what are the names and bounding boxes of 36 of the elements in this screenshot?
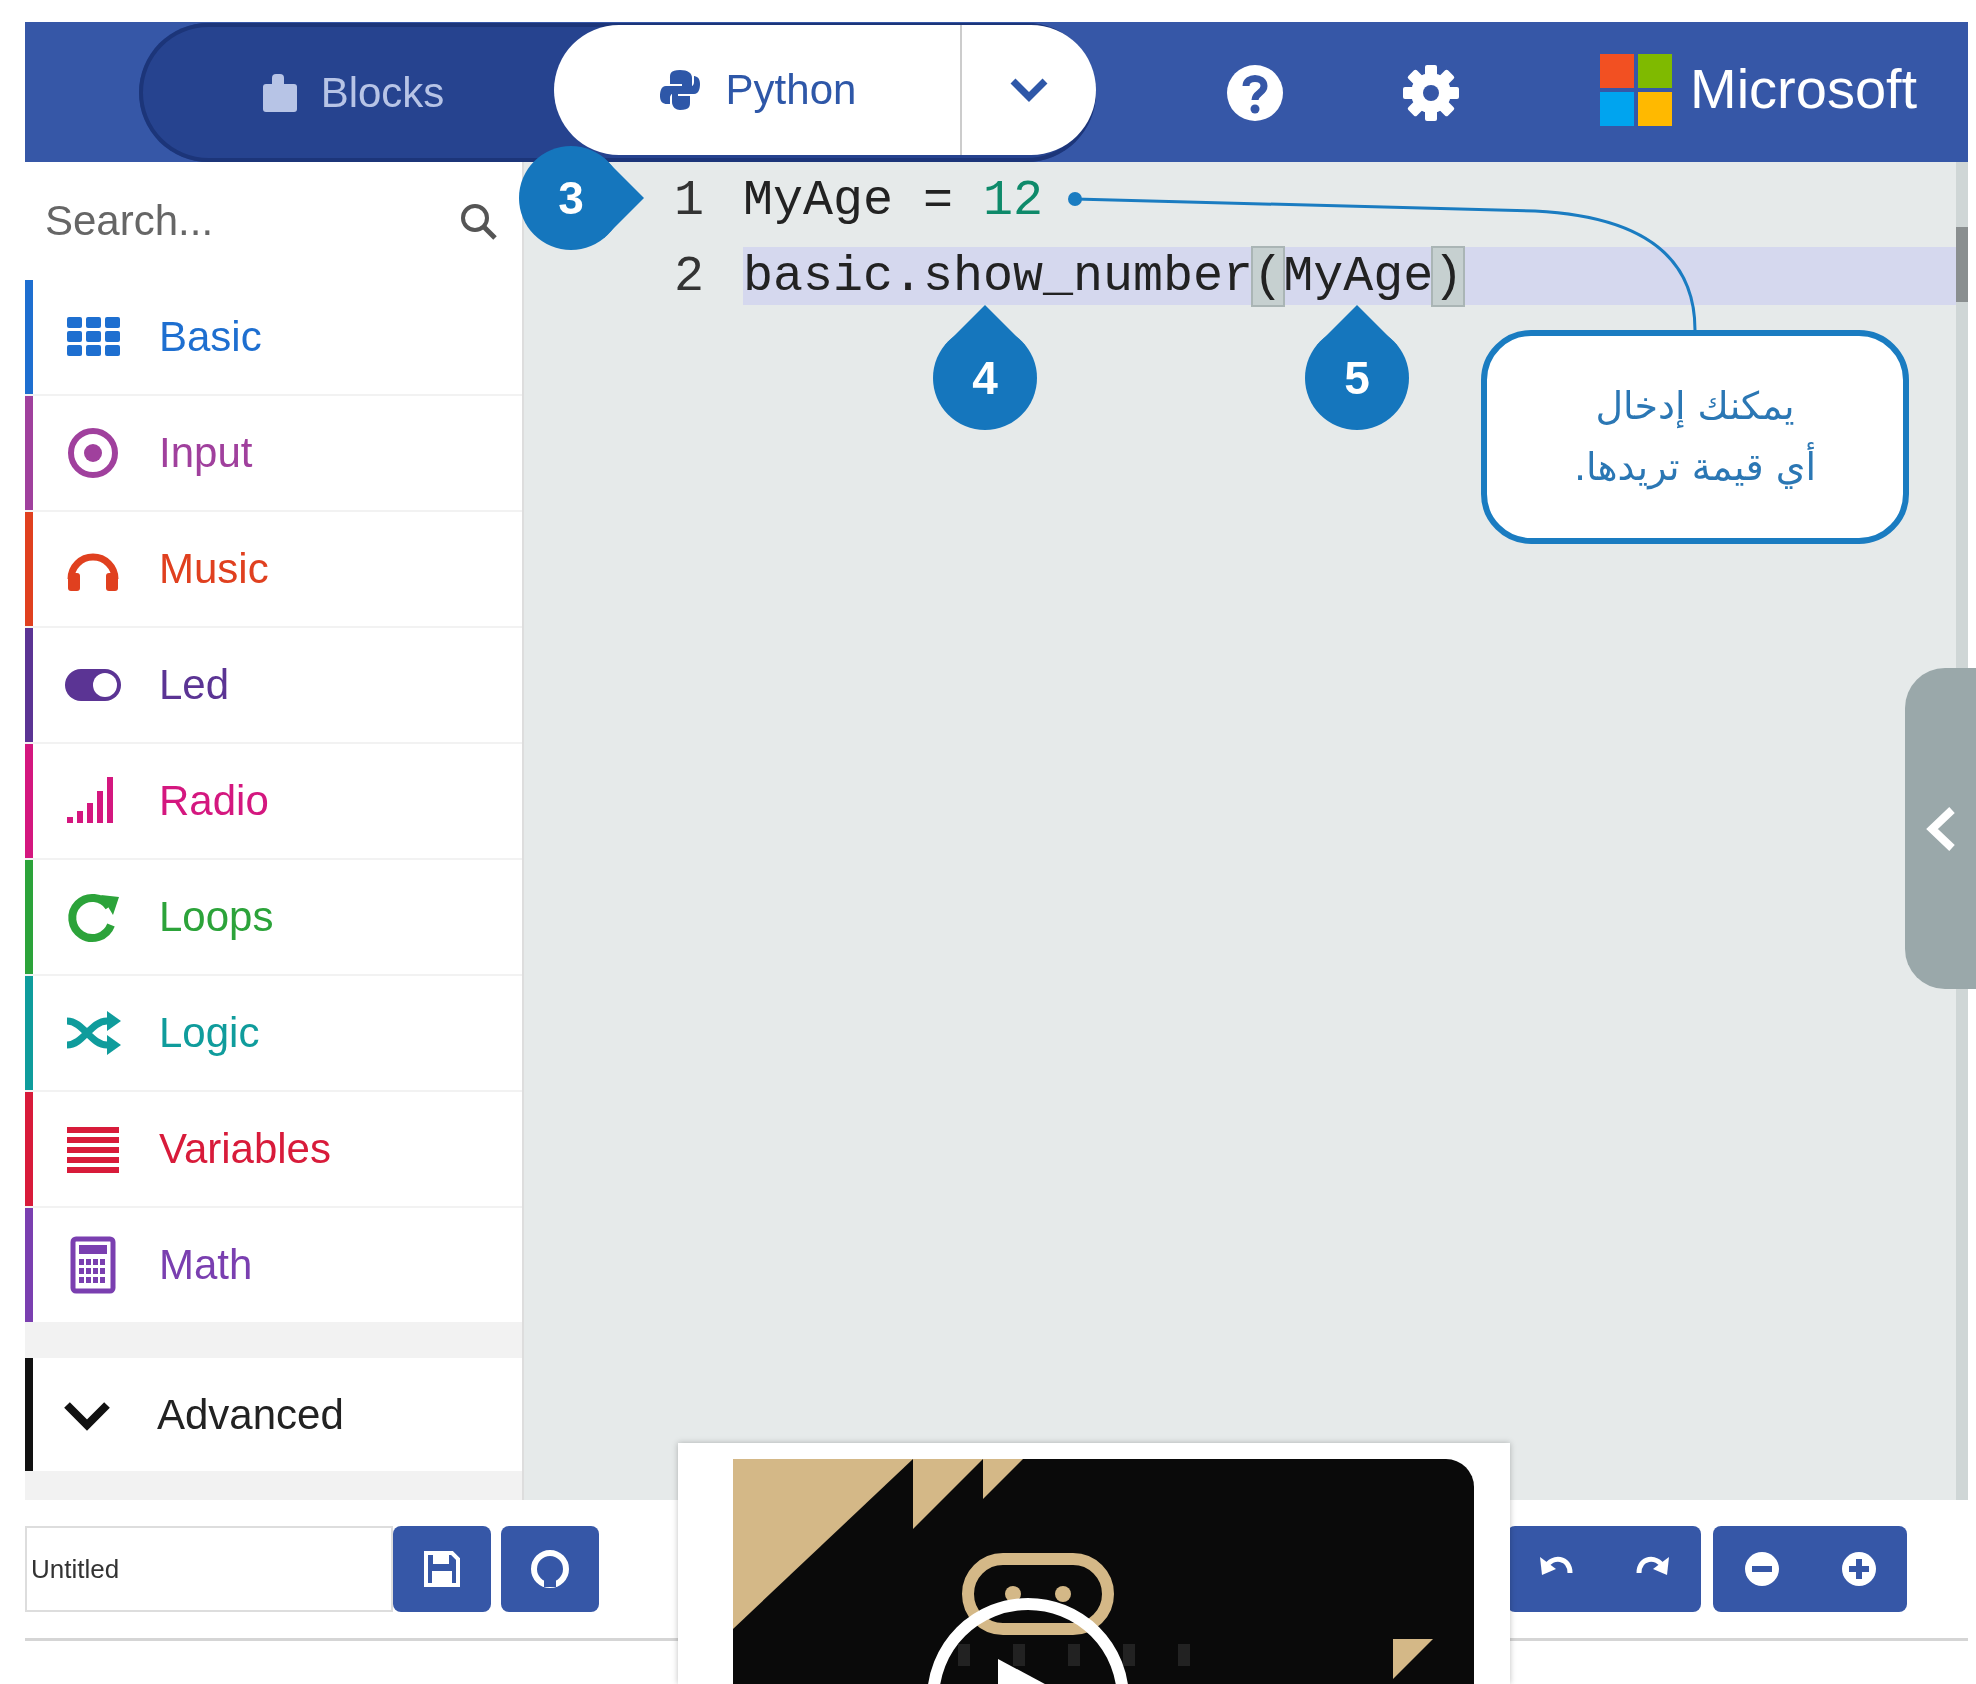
snake-logo-icon bbox=[657, 68, 702, 112]
code-line[interactable]: basic.show_number(MyAge) bbox=[743, 247, 1464, 305]
category-item[interactable]: Music bbox=[25, 512, 522, 626]
zoom-out-button[interactable] bbox=[1713, 1526, 1810, 1612]
save-button[interactable] bbox=[393, 1526, 491, 1612]
puzzle-icon bbox=[262, 74, 297, 112]
category-item[interactable]: Loops bbox=[25, 860, 522, 974]
category-item[interactable]: Logic bbox=[25, 976, 522, 1090]
scrollbar-thumb[interactable] bbox=[1956, 227, 1968, 302]
category-item[interactable]: Math bbox=[25, 1208, 522, 1322]
help-icon[interactable] bbox=[1226, 64, 1284, 122]
microsoft-logo bbox=[1600, 54, 1672, 126]
category-item[interactable]: Variables bbox=[25, 1092, 522, 1206]
language-dropdown-button[interactable] bbox=[960, 25, 1096, 155]
line-number: 2 bbox=[674, 247, 704, 305]
search-bar[interactable]: Search... bbox=[25, 162, 522, 280]
advanced-item[interactable]: Advanced bbox=[25, 1358, 522, 1471]
category-item[interactable]: Basic bbox=[25, 280, 522, 394]
chevron-left-icon bbox=[1925, 805, 1956, 852]
settings-icon[interactable] bbox=[1402, 64, 1460, 122]
search-field[interactable]: Search... bbox=[43, 196, 458, 246]
code-line[interactable]: MyAge = 12 bbox=[743, 171, 1044, 229]
callout-note: يمكنك إدخال أي قيمة تريدها. bbox=[1481, 330, 1909, 544]
editor-tab[interactable]: Python bbox=[554, 25, 960, 155]
brand-name: Microsoft bbox=[1690, 56, 1918, 121]
search-icon bbox=[458, 201, 498, 241]
category-item[interactable]: Input bbox=[25, 396, 522, 510]
chevron-down-icon bbox=[1009, 77, 1049, 103]
project-name-field[interactable]: Untitled bbox=[25, 1526, 393, 1612]
category-item[interactable]: Led bbox=[25, 628, 522, 742]
category-item[interactable]: Radio bbox=[25, 744, 522, 858]
undo-button[interactable] bbox=[1507, 1526, 1604, 1612]
line-number: 1 bbox=[674, 171, 704, 229]
redo-button[interactable] bbox=[1604, 1526, 1701, 1612]
github-button[interactable] bbox=[501, 1526, 599, 1612]
zoom-in-button[interactable] bbox=[1810, 1526, 1907, 1612]
